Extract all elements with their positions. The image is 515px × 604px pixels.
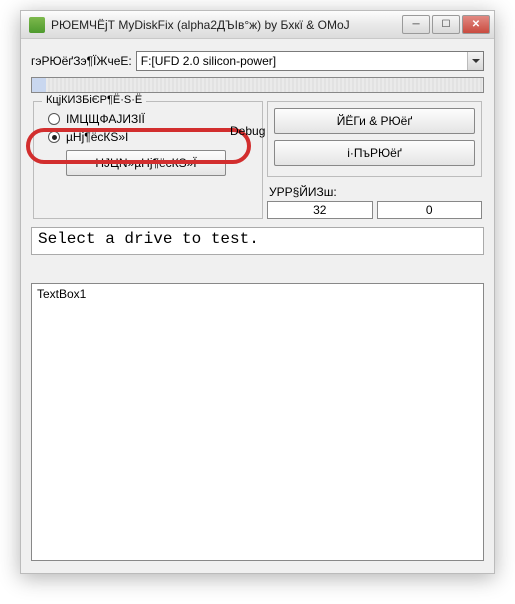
close-button[interactable]: ✕ bbox=[462, 15, 490, 34]
radio-label-2: µНј¶ёсКЅ»Ї bbox=[66, 130, 128, 144]
mode-legend: КцјКИЗБіЄР¶Ё·Ѕ·Ё bbox=[42, 94, 146, 106]
stats-label: УРР§ЙИЗш: bbox=[269, 185, 482, 199]
stat-value-2: 0 bbox=[377, 201, 483, 219]
log-textbox-content: TextBox1 bbox=[37, 287, 86, 301]
edit-button-label: HJЦN»µНј¶ёсКЅ»Ї bbox=[95, 156, 196, 170]
progress-bar bbox=[31, 77, 484, 93]
drive-select-row: гэРЮёґЗэ¶ЇЖчеЕ: F:[UFD 2.0 silicon-power… bbox=[27, 45, 488, 75]
debug-label: Debug bbox=[230, 124, 265, 138]
radio-icon bbox=[48, 113, 60, 125]
window-controls: ─ ☐ ✕ bbox=[400, 15, 490, 34]
app-icon bbox=[29, 17, 45, 33]
minimize-button[interactable]: ─ bbox=[402, 15, 430, 34]
app-window: РЮЕМЧЁјТ MyDiskFix (alpha2ДЪІв°ж) by Бхк… bbox=[20, 10, 495, 574]
scan-repair-button[interactable]: ЙЁГи & РЮёґ bbox=[274, 108, 475, 134]
status-line: Select a drive to test. bbox=[31, 227, 484, 255]
titlebar: РЮЕМЧЁјТ MyDiskFix (alpha2ДЪІв°ж) by Бхк… bbox=[21, 11, 494, 39]
edit-button[interactable]: HJЦN»µНј¶ёсКЅ»Ї bbox=[66, 150, 226, 176]
window-title: РЮЕМЧЁјТ MyDiskFix (alpha2ДЪІв°ж) by Бхк… bbox=[51, 18, 400, 32]
radio-option-1[interactable]: ІМЦЩФАЈИЗІЇ bbox=[48, 112, 254, 126]
progress-fill bbox=[32, 78, 46, 92]
radio-icon bbox=[48, 131, 60, 143]
undo-repair-label: і·ПъРЮёґ bbox=[347, 146, 402, 160]
action-button-group: Debug ЙЁГи & РЮёґ і·ПъРЮёґ bbox=[267, 101, 482, 177]
drive-combobox-value: F:[UFD 2.0 silicon-power] bbox=[137, 54, 280, 68]
right-column: Debug ЙЁГи & РЮёґ і·ПъРЮёґ УРР§ЙИЗш: 32 … bbox=[267, 101, 482, 219]
stats-row: 32 0 bbox=[267, 201, 482, 219]
radio-label-1: ІМЦЩФАЈИЗІЇ bbox=[66, 112, 145, 126]
log-textbox[interactable]: TextBox1 bbox=[31, 283, 484, 561]
chevron-down-icon[interactable] bbox=[467, 52, 483, 70]
maximize-button[interactable]: ☐ bbox=[432, 15, 460, 34]
drive-select-label: гэРЮёґЗэ¶ЇЖчеЕ: bbox=[31, 54, 132, 68]
client-area: гэРЮёґЗэ¶ЇЖчеЕ: F:[UFD 2.0 silicon-power… bbox=[27, 45, 488, 567]
radio-option-2[interactable]: µНј¶ёсКЅ»Ї bbox=[48, 130, 254, 144]
undo-repair-button[interactable]: і·ПъРЮёґ bbox=[274, 140, 475, 166]
stat-value-1: 32 bbox=[267, 201, 373, 219]
scan-repair-label: ЙЁГи & РЮёґ bbox=[337, 114, 413, 128]
mode-groupbox: КцјКИЗБіЄР¶Ё·Ѕ·Ё ІМЦЩФАЈИЗІЇ µНј¶ёсКЅ»Ї … bbox=[33, 101, 263, 219]
mid-area: КцјКИЗБіЄР¶Ё·Ѕ·Ё ІМЦЩФАЈИЗІЇ µНј¶ёсКЅ»Ї … bbox=[27, 99, 488, 221]
drive-combobox[interactable]: F:[UFD 2.0 silicon-power] bbox=[136, 51, 484, 71]
